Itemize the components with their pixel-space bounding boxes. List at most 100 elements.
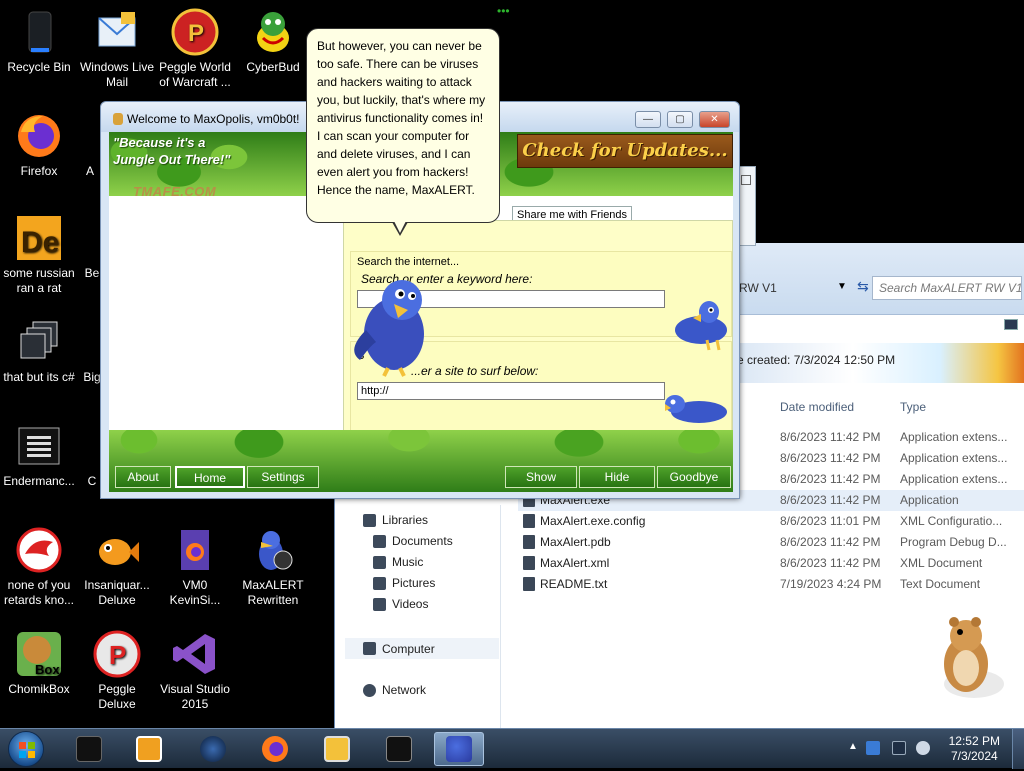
volume-icon[interactable] [916,741,930,755]
peggle-icon: P [171,8,219,56]
search-input[interactable]: Search MaxALERT RW V1 [872,276,1022,300]
address-dropdown-icon[interactable]: ▼ [837,281,847,292]
peggle-icon: P [93,630,141,678]
folder-icon [324,736,350,762]
preview-pane-icon[interactable] [1004,319,1018,330]
taskbar-recycle-bin[interactable] [64,732,114,766]
app-icon [78,112,102,160]
tray-expand-icon[interactable]: ▲ [848,741,858,752]
nav-documents[interactable]: Documents [373,534,453,548]
file-row-maxalert-pdb[interactable]: MaxAlert.pdb 8/6/2023 11:42 PM Program D… [518,532,1024,553]
nav-videos[interactable]: Videos [373,597,428,611]
maxalert-parrot-icon [249,526,297,574]
desktop-icon-maxalert-rewritten[interactable]: MaxALERT Rewritten [234,526,312,608]
slogan: "Because it's a Jungle Out There!" [113,135,231,167]
desktop-icon-insaniquarium[interactable]: Insaniquar... Deluxe [78,526,156,608]
restore-icon[interactable] [741,175,751,185]
nav-libraries[interactable]: Libraries [363,513,428,527]
desktop-icon-visual-studio[interactable]: Visual Studio 2015 [156,630,234,712]
taskbar-maxalert[interactable] [434,732,484,766]
file-row-maxalert-xml[interactable]: MaxAlert.xml 8/6/2023 11:42 PM XML Docum… [518,553,1024,574]
system-clock[interactable]: 12:52 PM 7/3/2024 [949,734,1000,764]
desktop-icon-none-of-you[interactable]: none of you retards kno... [0,526,78,608]
desktop-icon-peggle-deluxe[interactable]: P Peggle Deluxe [78,630,156,712]
check-updates-button[interactable]: Check for Updates... [517,134,733,168]
search-section-title: Search the internet... [357,256,460,268]
hamster-character[interactable] [930,606,1010,706]
desktop-icon-a[interactable]: A [78,112,102,179]
close-button[interactable]: ✕ [699,111,730,128]
documents-icon [373,534,386,548]
home-button[interactable]: Home [175,466,245,488]
taskbar-console[interactable] [374,732,424,766]
refresh-icon[interactable]: ⇆ [857,278,869,295]
date-created-text: e created: 7/3/2024 12:50 PM [737,353,896,367]
windows-stack-icon [15,318,63,366]
svg-text:P: P [188,20,204,47]
file-row-maxalert-config[interactable]: MaxAlert.exe.config 8/6/2023 11:01 PM XM… [518,511,1024,532]
parrot-icon [675,301,727,351]
show-button[interactable]: Show [505,466,577,488]
show-desktop-button[interactable] [1012,729,1024,769]
console-icon [15,422,63,470]
svg-text:De: De [21,226,59,259]
hide-button[interactable]: Hide [579,466,655,488]
red-dragon-icon [15,526,63,574]
mail-icon [93,8,141,56]
firefox-icon [15,112,63,160]
column-type[interactable]: Type [900,400,926,414]
tray-app-icon[interactable] [866,741,880,755]
address-bar-path[interactable]: RW V1 [739,281,777,295]
svg-text:Box: Box [35,662,60,677]
max-parrot-character[interactable] [342,270,442,380]
console-icon [386,736,412,762]
firefox-icon [262,736,288,762]
speech-bubble-tail [392,221,408,236]
nav-pictures[interactable]: Pictures [373,576,435,590]
settings-button[interactable]: Settings [247,466,319,488]
maxalert-parrot-icon [446,736,472,762]
taskbar-firefox[interactable] [250,732,300,766]
url-input[interactable] [357,382,665,400]
speech-bubble: But however, you can never be too safe. … [306,28,500,223]
desktop-icon-endermanch[interactable]: Endermanc... [0,422,78,489]
taskbar-explorer[interactable] [312,732,362,766]
xml-file-icon [523,556,535,570]
minimize-button[interactable]: — [635,111,661,128]
desktop-icon-chomikbox[interactable]: Box ChomikBox [0,630,78,697]
chomikbox-icon: Box [15,630,63,678]
column-date-modified[interactable]: Date modified [780,400,854,414]
visual-studio-icon [171,630,219,678]
globe-icon [200,736,226,762]
tmafe-logo: TMAFE.COM [133,184,217,199]
pdb-file-icon [523,535,535,549]
file-row-readme[interactable]: README.txt 7/19/2023 4:24 PM Text Docume… [518,574,1024,595]
parrot-icon [665,395,727,423]
taskbar-app-globe[interactable] [188,732,238,766]
network-tray-icon[interactable] [892,741,906,755]
music-icon [373,555,386,569]
nav-network[interactable]: Network [363,683,426,697]
desktop-icon-windows-live-mail[interactable]: Windows Live Mail [78,8,156,90]
desktop-icon-recycle-bin[interactable]: Recycle Bin [0,8,78,75]
firefox-file-icon [171,526,219,574]
recycle-bin-icon [15,8,63,56]
desktop-icon-some-russian[interactable]: De some russian ran a rat [0,214,78,296]
desktop-icon-cyberbud[interactable]: CyberBud [234,8,312,75]
goodbye-button[interactable]: Goodbye [657,466,731,488]
taskbar: ▲ 12:52 PM 7/3/2024 [0,728,1024,769]
about-button[interactable]: About [115,466,171,488]
desktop-icon-vm0[interactable]: VM0 KevinSi... [156,526,234,608]
maximize-button[interactable]: ▢ [667,111,693,128]
goldfish-icon [93,526,141,574]
desktop-icon-firefox[interactable]: Firefox [0,112,78,179]
computer-icon [363,642,376,655]
desktop-icon-that-but-csharp[interactable]: that but its c# [0,318,78,385]
taskbar-media-player[interactable] [124,732,174,766]
start-button[interactable] [8,731,44,767]
details-header: e created: 7/3/2024 12:50 PM [737,343,1024,383]
nav-music[interactable]: Music [373,555,423,569]
app-icon [113,113,123,125]
nav-computer[interactable]: Computer [345,638,499,659]
desktop-icon-peggle-wow[interactable]: P Peggle World of Warcraft ... [156,8,234,90]
